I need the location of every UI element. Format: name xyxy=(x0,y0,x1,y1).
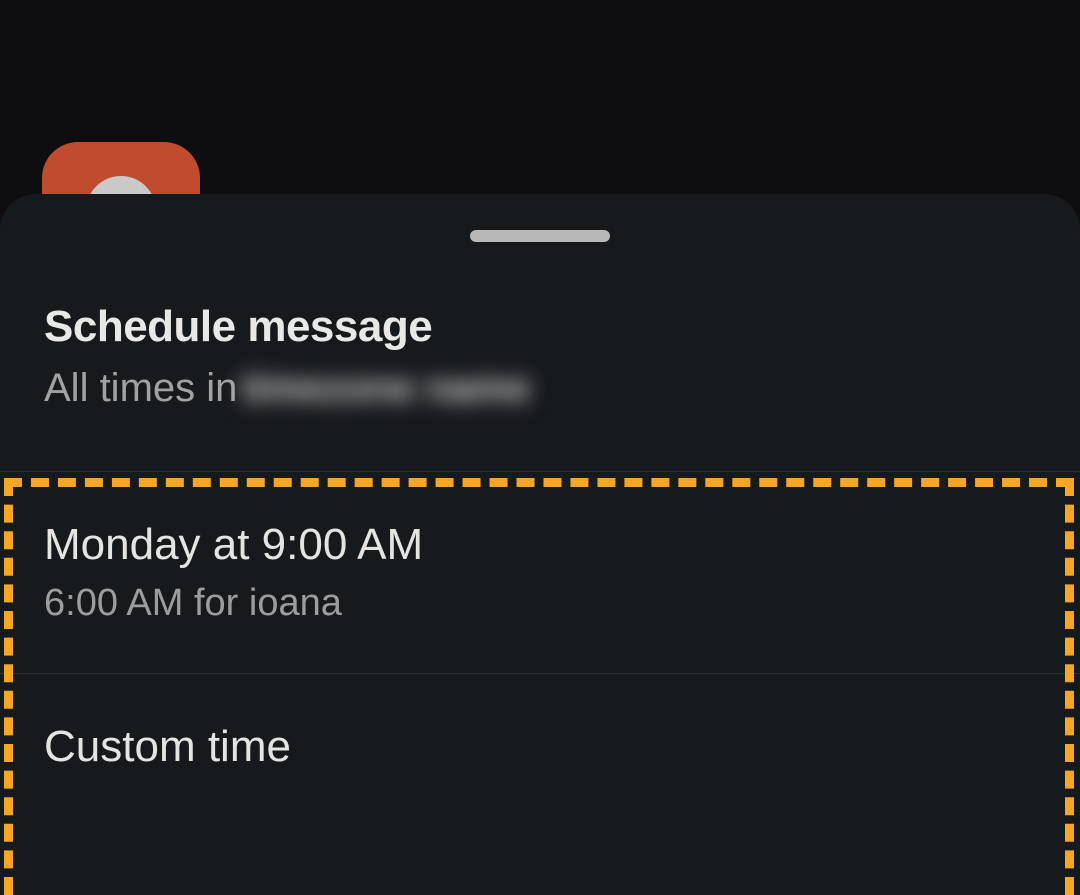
sheet-subtitle-redacted: timezone name xyxy=(241,366,530,411)
option-subtitle: 6:00 AM for ioana xyxy=(44,582,1036,625)
option-title: Monday at 9:00 AM xyxy=(44,520,1036,570)
sheet-subtitle-row: All times in timezone name xyxy=(44,366,1036,411)
schedule-option-custom[interactable]: Custom time xyxy=(0,673,1080,820)
schedule-bottom-sheet: Schedule message All times in timezone n… xyxy=(0,194,1080,895)
sheet-header: Schedule message All times in timezone n… xyxy=(0,242,1080,441)
schedule-options-list: Monday at 9:00 AM 6:00 AM for ioana Cust… xyxy=(0,471,1080,820)
drag-handle[interactable] xyxy=(470,230,610,242)
option-title: Custom time xyxy=(44,722,1036,772)
sheet-title: Schedule message xyxy=(44,302,1036,352)
schedule-option-monday[interactable]: Monday at 9:00 AM 6:00 AM for ioana xyxy=(0,471,1080,673)
sheet-subtitle-prefix: All times in xyxy=(44,366,237,411)
